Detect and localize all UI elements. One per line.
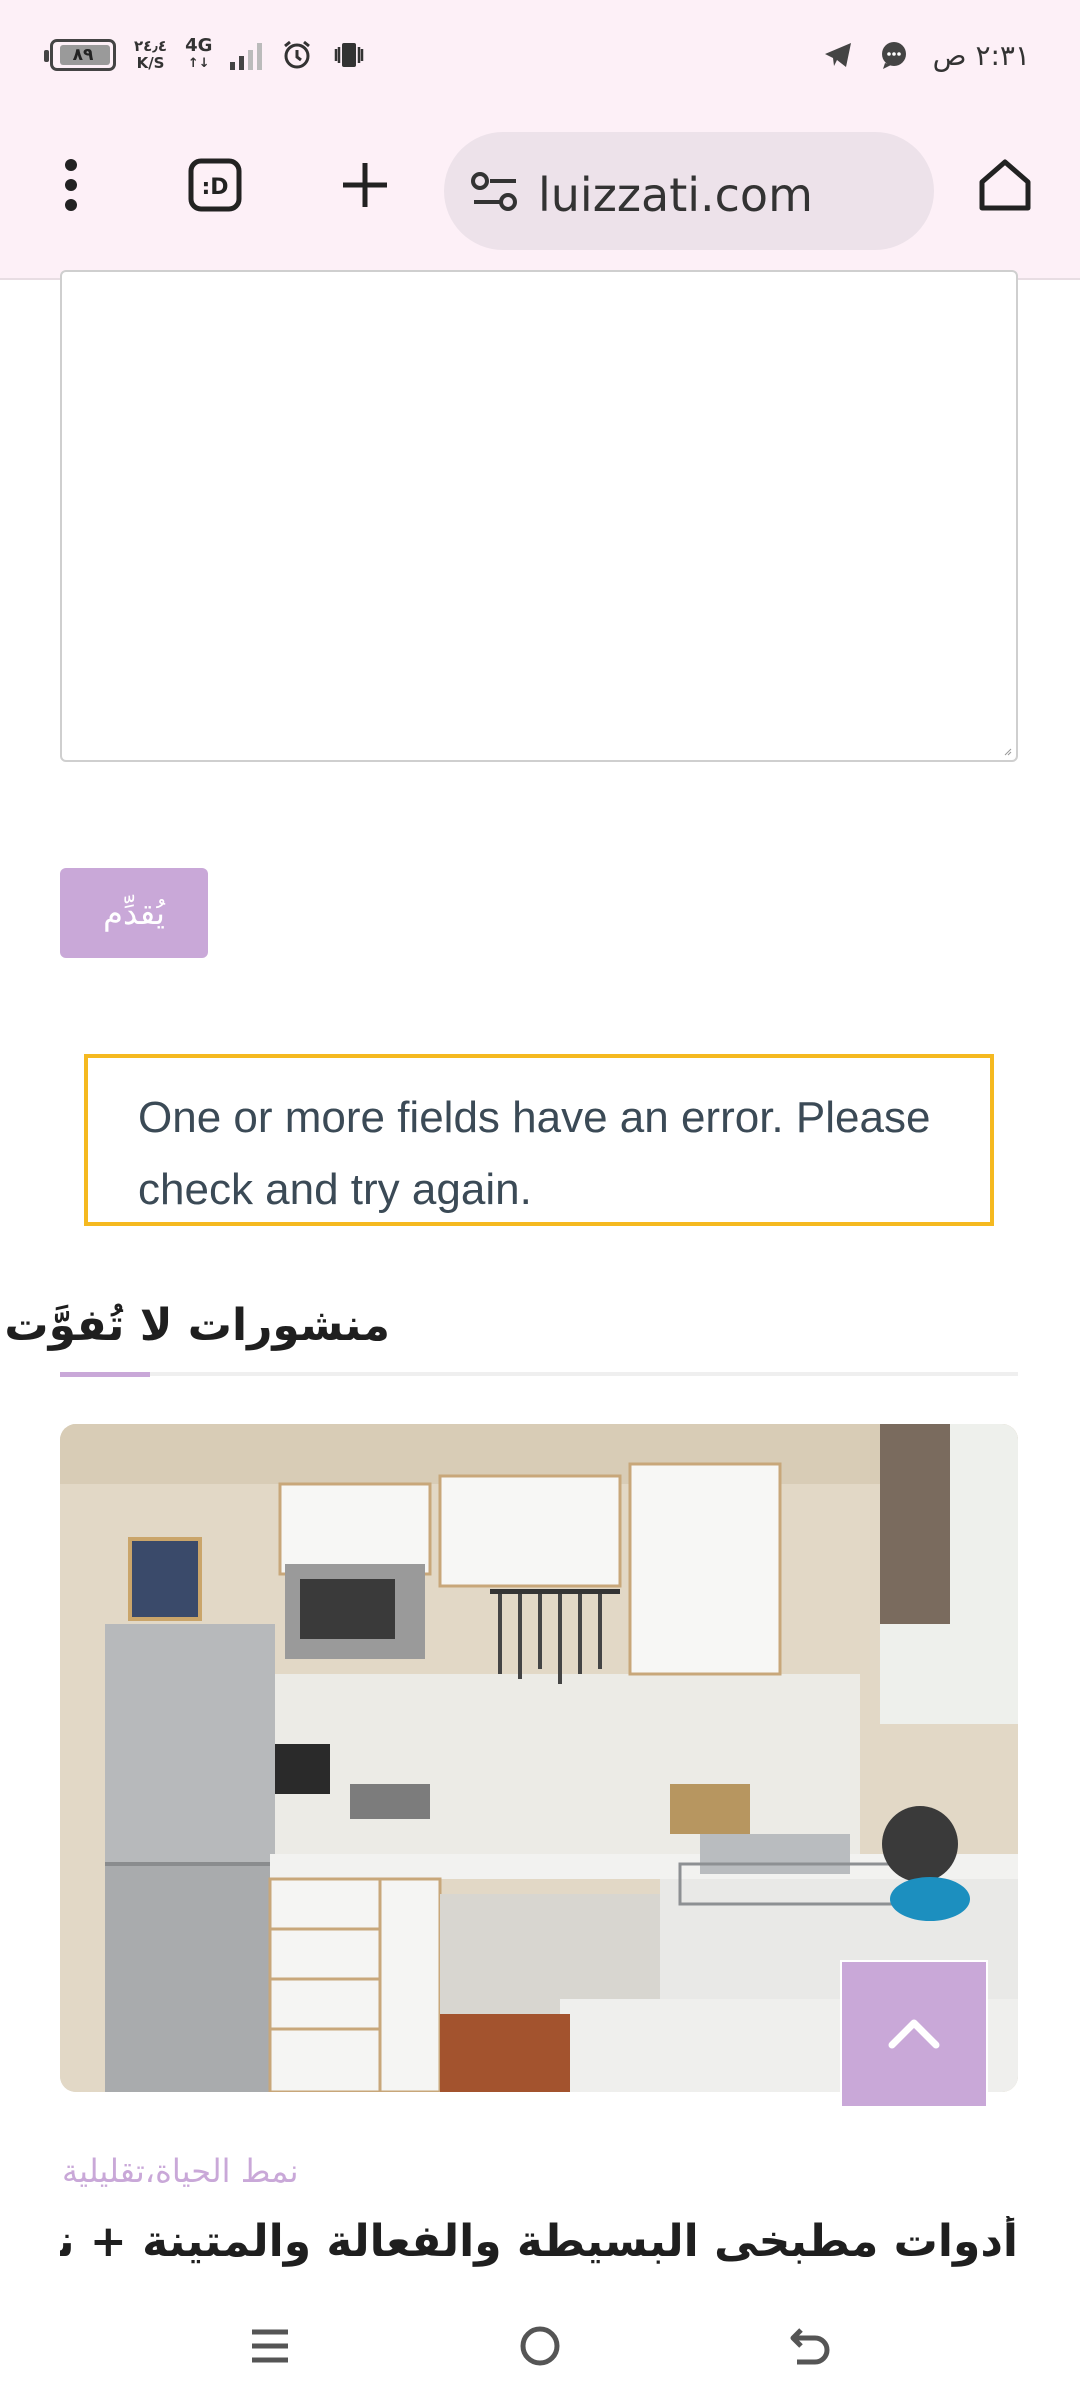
- recents-icon[interactable]: [235, 2316, 305, 2376]
- battery-level: ٨٩: [72, 45, 94, 65]
- resize-grip-icon[interactable]: [1004, 748, 1012, 756]
- clock: ٢:٣١ ص: [932, 38, 1030, 72]
- vibrate-icon: [332, 38, 366, 72]
- status-bar: ٨٩ ٢٤٫٤ K/S 4G ↑↓ ٢:٣١ ص: [0, 0, 1080, 110]
- error-message: One or more fields have an error. Please…: [84, 1054, 994, 1226]
- network-sub: ↑↓: [187, 56, 210, 71]
- submit-button[interactable]: يُقدِّم: [60, 868, 208, 958]
- telegram-icon: [821, 38, 855, 72]
- tab-switcher-icon[interactable]: :D: [180, 150, 250, 220]
- post-categories[interactable]: نمط الحياة،تقليلية: [62, 2152, 299, 2190]
- home-icon[interactable]: [970, 150, 1040, 220]
- status-left: ٨٩ ٢٤٫٤ K/S 4G ↑↓: [44, 28, 366, 82]
- net-speed-value: ٢٤٫٤: [134, 37, 168, 55]
- section-title: منشورات لا تُفوَّت: [4, 1300, 390, 1351]
- back-icon[interactable]: [775, 2316, 845, 2376]
- chevron-up-icon: [888, 2019, 940, 2049]
- plus-icon[interactable]: [330, 150, 400, 220]
- section-divider-accent: [60, 1372, 150, 1377]
- url-text: luizzati.com: [538, 168, 813, 222]
- section-divider: [60, 1372, 1018, 1376]
- net-speed: ٢٤٫٤ K/S: [134, 38, 167, 72]
- net-speed-unit: K/S: [136, 54, 165, 72]
- tune-icon[interactable]: [470, 170, 520, 218]
- home-circle-icon[interactable]: [505, 2316, 575, 2376]
- system-nav-bar: [0, 2292, 1080, 2400]
- message-textarea[interactable]: [60, 270, 1018, 762]
- network-type: 4G ↑↓: [185, 37, 212, 73]
- back-to-top-button[interactable]: [840, 1960, 988, 2108]
- status-right: ٢:٣١ ص: [821, 28, 1030, 82]
- network-type-label: 4G: [185, 35, 213, 56]
- address-bar[interactable]: luizzati.com: [444, 132, 934, 250]
- alarm-icon: [280, 38, 314, 72]
- battery-icon: ٨٩: [44, 39, 116, 71]
- chat-bubble-icon: [877, 38, 911, 72]
- browser-toolbar: :D luizzati.com: [0, 110, 1080, 280]
- svg-text::D: :D: [201, 175, 228, 200]
- post-title[interactable]: أدوات مطبخى البسيطة والفعالة والمتينة + …: [60, 2216, 1018, 2267]
- more-vert-icon[interactable]: [36, 150, 106, 220]
- signal-icon: [230, 40, 263, 70]
